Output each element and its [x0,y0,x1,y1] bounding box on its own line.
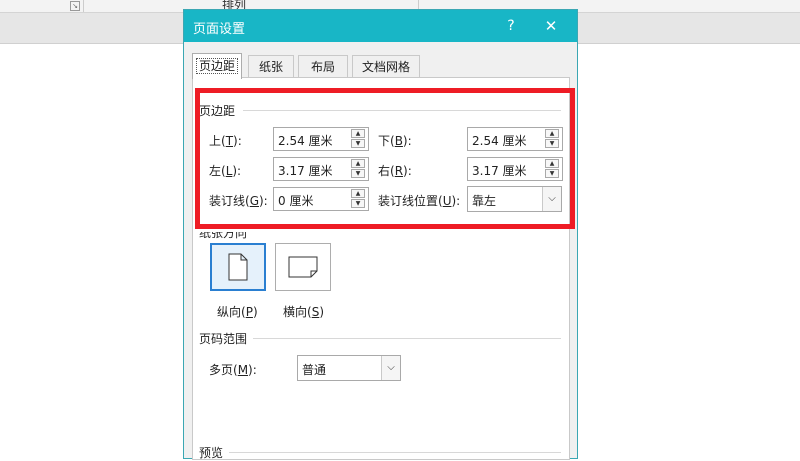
right-margin-label: 右(R): [378,164,412,178]
spin-up-icon[interactable]: ▲ [351,159,365,168]
preview-section-title: 预览 [199,446,224,460]
multiple-pages-label: 多页(M): [209,363,257,377]
dialog-title: 页面设置 [193,22,246,37]
spin-up-icon[interactable]: ▲ [545,129,559,138]
portrait-button[interactable] [210,243,266,291]
margins-section-title: 页边距 [199,104,236,118]
spin-down-icon[interactable]: ▼ [351,199,365,208]
tab-margins[interactable]: 页边距 [192,53,242,79]
top-margin-value[interactable]: 2.54 厘米 [278,132,333,149]
multiple-pages-value: 普通 [302,363,327,377]
spin-up-icon[interactable]: ▲ [351,129,365,138]
chevron-down-icon[interactable]: ⌵ [381,356,400,380]
spin-down-icon[interactable]: ▼ [351,139,365,148]
spin-up-icon[interactable]: ▲ [351,189,365,198]
gutter-position-label: 装订线位置(U): [378,194,461,208]
section-divider [243,110,561,111]
top-margin-spinner[interactable]: 2.54 厘米 ▲ ▼ [273,127,369,151]
top-margin-label: 上(T): [209,134,242,148]
gutter-position-value: 靠左 [472,194,497,208]
gutter-value[interactable]: 0 厘米 [278,192,313,209]
right-margin-spinner[interactable]: 3.17 厘米 ▲ ▼ [467,157,563,181]
tab-paper[interactable]: 纸张 [248,55,294,77]
spin-down-icon[interactable]: ▼ [351,169,365,178]
section-divider [229,452,561,453]
portrait-label: 纵向(P) [217,305,258,319]
left-margin-value[interactable]: 3.17 厘米 [278,162,333,179]
landscape-button[interactable] [275,243,331,291]
section-divider [253,338,561,339]
group-launcher-icon[interactable]: ↘ [70,1,80,11]
right-margin-value[interactable]: 3.17 厘米 [472,162,527,179]
gutter-position-select[interactable]: 靠左 ⌵ [467,186,562,212]
left-margin-label: 左(L): [209,164,242,178]
close-icon[interactable]: ✕ [540,15,562,37]
bottom-margin-label: 下(B): [378,134,412,148]
help-icon[interactable]: ? [500,15,522,37]
tab-document-grid[interactable]: 文档网格 [352,55,420,77]
multiple-pages-select[interactable]: 普通 ⌵ [297,355,401,381]
landscape-label: 横向(S) [283,305,324,319]
landscape-page-icon [288,256,318,278]
pages-section-title: 页码范围 [199,332,248,346]
bottom-margin-spinner[interactable]: 2.54 厘米 ▲ ▼ [467,127,563,151]
left-margin-spinner[interactable]: 3.17 厘米 ▲ ▼ [273,157,369,181]
portrait-page-icon [228,253,248,281]
chevron-down-icon[interactable]: ⌵ [542,187,561,211]
dialog-titlebar[interactable]: 页面设置 ? ✕ [184,10,577,42]
page-setup-dialog: 页面设置 ? ✕ 页边距 纸张 布局 文档网格 页边距 上(T): 2.54 厘… [183,9,578,460]
spin-down-icon[interactable]: ▼ [545,169,559,178]
gutter-label: 装订线(G): [209,194,268,208]
orientation-section-title: 纸张方向 [199,226,248,240]
spin-up-icon[interactable]: ▲ [545,159,559,168]
gutter-spinner[interactable]: 0 厘米 ▲ ▼ [273,187,369,211]
tab-layout[interactable]: 布局 [298,55,348,77]
bottom-margin-value[interactable]: 2.54 厘米 [472,132,527,149]
margins-panel: 页边距 上(T): 2.54 厘米 ▲ ▼ 下(B): 2.54 厘米 ▲ ▼ 左(… [192,77,570,460]
ribbon-separator [83,0,84,12]
spin-down-icon[interactable]: ▼ [545,139,559,148]
